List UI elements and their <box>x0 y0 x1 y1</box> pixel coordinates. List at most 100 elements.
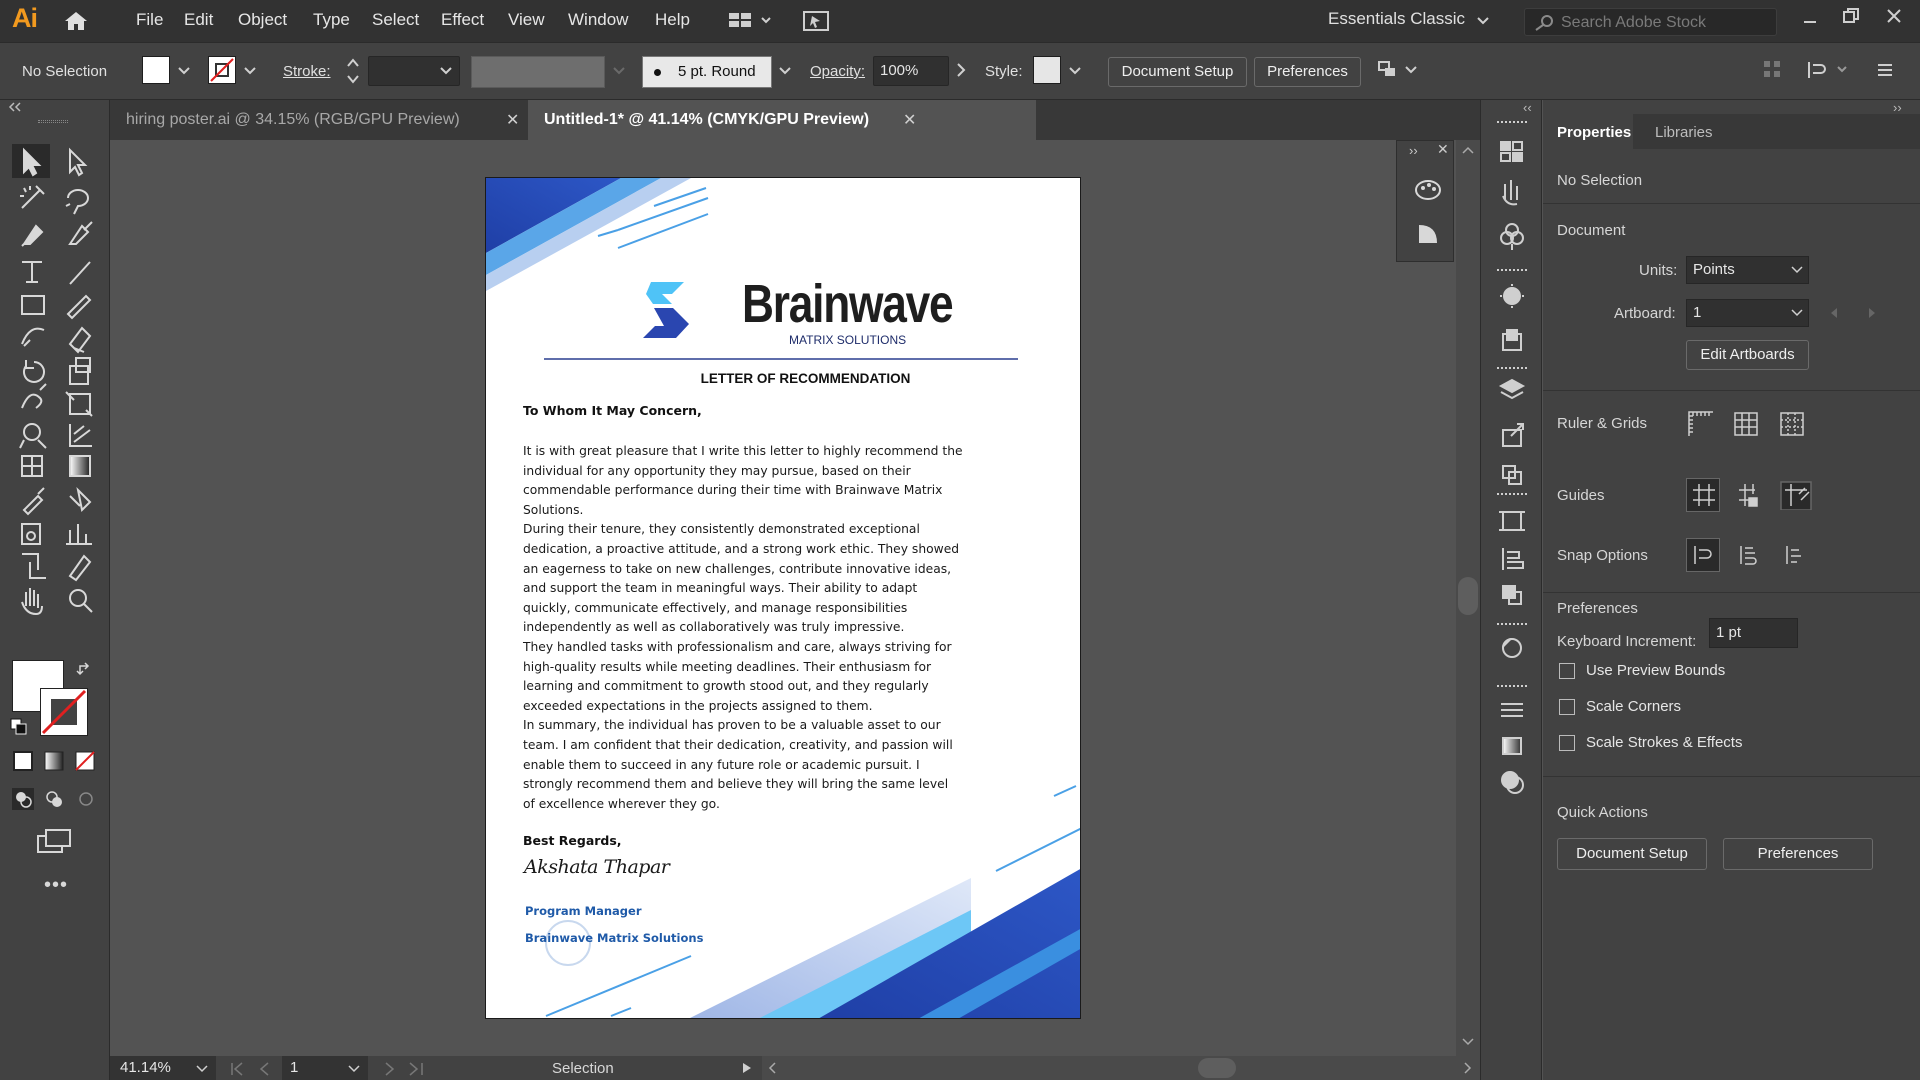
stroke-swatch[interactable] <box>208 56 236 84</box>
prev-artboard-icons[interactable] <box>230 1062 274 1076</box>
default-colors-icon[interactable] <box>10 718 28 736</box>
restore-icon[interactable] <box>1841 6 1861 26</box>
minimize-icon[interactable] <box>1800 8 1820 28</box>
artboard[interactable]: Brainwave MATRIX SOLUTIONS LETTER OF REC… <box>485 177 1081 1019</box>
chevron-down-icon[interactable] <box>1791 309 1803 317</box>
document-setup-button[interactable]: Document Setup <box>1108 57 1247 87</box>
scale-strokes-checkbox[interactable] <box>1559 735 1575 751</box>
snap-icons[interactable] <box>1691 544 1815 566</box>
edit-artboards-button[interactable]: Edit Artboards <box>1686 340 1809 370</box>
screen-mode-icon[interactable] <box>36 828 72 856</box>
body-line: They handled tasks with professionalism … <box>523 639 952 654</box>
search-placeholder: Search Adobe Stock <box>1561 14 1706 31</box>
variable-width-profile[interactable] <box>471 56 605 88</box>
workspace-switcher[interactable]: Essentials Classic <box>1328 9 1465 29</box>
current-tool-status[interactable]: Selection <box>552 1060 614 1077</box>
align-options-icon[interactable] <box>1376 57 1420 83</box>
ruler-grid-icons[interactable] <box>1687 410 1819 438</box>
close-icon[interactable] <box>1884 6 1904 26</box>
chevron-down-icon[interactable] <box>1791 266 1803 274</box>
scroll-thumb[interactable] <box>1458 577 1478 615</box>
preferences-button[interactable]: Preferences <box>1254 57 1361 87</box>
artboard-nav-icons[interactable] <box>1829 307 1879 319</box>
tab-hiring-poster[interactable]: hiring poster.ai @ 34.15% (RGB/GPU Previ… <box>110 100 528 140</box>
divider <box>1543 592 1920 593</box>
chevron-down-icon[interactable] <box>1476 16 1490 26</box>
stroke-stepper[interactable] <box>345 55 361 87</box>
properties-panel: ›› Properties Libraries No Selection Doc… <box>1543 100 1920 1080</box>
menu-object[interactable]: Object <box>238 10 287 30</box>
edit-toolbar-icon[interactable]: ••• <box>44 874 68 897</box>
fill-swatch[interactable] <box>142 56 170 84</box>
scroll-left-icon[interactable] <box>768 1062 776 1074</box>
next-artboard-icons[interactable] <box>380 1062 424 1076</box>
chevron-down-icon[interactable] <box>178 67 190 75</box>
menu-view[interactable]: View <box>508 10 545 30</box>
chevron-down-icon[interactable] <box>196 1065 208 1073</box>
body-line: dedication, a proactive attitude, and a … <box>523 541 960 556</box>
panel-grip[interactable] <box>38 120 68 123</box>
scroll-up-icon[interactable] <box>1462 146 1474 154</box>
selection-status: No Selection <box>1557 172 1643 189</box>
color-mode-icons[interactable] <box>12 750 98 772</box>
chevron-down-icon[interactable] <box>244 67 256 75</box>
body-line: team. I am confident that their dedicati… <box>523 737 953 752</box>
signer-title: Program Manager <box>525 904 642 918</box>
gpu-performance-icon[interactable] <box>802 10 830 32</box>
vertical-scrollbar[interactable] <box>1456 140 1480 1056</box>
quick-document-setup-button[interactable]: Document Setup <box>1557 838 1707 870</box>
arrange-documents-icon[interactable] <box>728 11 774 31</box>
tab-properties[interactable]: Properties <box>1557 124 1631 141</box>
menu-select[interactable]: Select <box>372 10 419 30</box>
quick-preferences-button[interactable]: Preferences <box>1723 838 1873 870</box>
stroke-label[interactable]: Stroke: <box>283 63 331 80</box>
panel-collapse-icon[interactable]: ›› <box>1893 100 1902 115</box>
stroke-color-box[interactable] <box>40 688 88 736</box>
close-panel-icon[interactable]: ✕ <box>1437 141 1449 158</box>
divider <box>1543 390 1920 391</box>
use-preview-bounds-checkbox[interactable] <box>1559 663 1575 679</box>
scale-corners-checkbox[interactable] <box>1559 699 1575 715</box>
scroll-right-icon[interactable] <box>1464 1062 1472 1074</box>
chevron-down-icon[interactable] <box>348 1065 360 1073</box>
menu-file[interactable]: File <box>136 10 163 30</box>
snap-icon[interactable] <box>1806 59 1850 81</box>
opacity-input[interactable]: 100% <box>873 56 949 86</box>
graphic-style-swatch[interactable] <box>1033 56 1061 84</box>
selection-status: No Selection <box>22 63 108 80</box>
expand-panel-icon[interactable]: ›› <box>1409 143 1418 158</box>
menu-type[interactable]: Type <box>313 10 350 30</box>
menu-effect[interactable]: Effect <box>441 10 484 30</box>
panel-collapse-icon[interactable] <box>8 100 102 114</box>
horizontal-scrollbar[interactable] <box>762 1056 1480 1080</box>
menu-edit[interactable]: Edit <box>184 10 213 30</box>
body-line: exceeded expectations in the projects as… <box>523 698 873 713</box>
chevron-right-icon[interactable] <box>956 63 966 77</box>
guides-icons[interactable] <box>1687 480 1819 510</box>
menu-window[interactable]: Window <box>568 10 628 30</box>
menu-help[interactable]: Help <box>655 10 690 30</box>
tab-libraries[interactable]: Libraries <box>1655 124 1713 141</box>
letter-body: It is with great pleasure that I write t… <box>523 442 1063 814</box>
scale-corners-label: Scale Corners <box>1586 698 1682 715</box>
scroll-thumb[interactable] <box>1198 1058 1236 1078</box>
home-icon[interactable] <box>63 10 89 32</box>
gradient-panel-icon[interactable] <box>1417 223 1439 245</box>
chevron-down-icon[interactable] <box>779 67 791 75</box>
close-tab-icon[interactable]: ✕ <box>903 110 916 130</box>
chevron-down-icon[interactable] <box>440 67 452 75</box>
opacity-label[interactable]: Opacity: <box>810 63 865 80</box>
status-menu-icon[interactable] <box>742 1062 752 1074</box>
panel-menu-icon[interactable] <box>1874 59 1896 81</box>
letter-heading: LETTER OF RECOMMENDATION <box>700 371 911 386</box>
color-guide-icon[interactable] <box>1415 179 1441 201</box>
keyboard-increment-input[interactable]: 1 pt <box>1709 618 1798 648</box>
tab-untitled-1[interactable]: Untitled-1* @ 41.14% (CMYK/GPU Preview) <box>528 100 1036 140</box>
brush-definition[interactable]: 5 pt. Round <box>642 56 772 88</box>
close-tab-icon[interactable]: ✕ <box>506 110 519 130</box>
scroll-down-icon[interactable] <box>1462 1038 1474 1046</box>
chevron-down-icon[interactable] <box>1069 67 1081 75</box>
search-stock-input[interactable]: Search Adobe Stock <box>1524 8 1777 36</box>
swap-colors-icon[interactable] <box>76 660 94 678</box>
draw-mode-icons[interactable] <box>12 788 98 810</box>
